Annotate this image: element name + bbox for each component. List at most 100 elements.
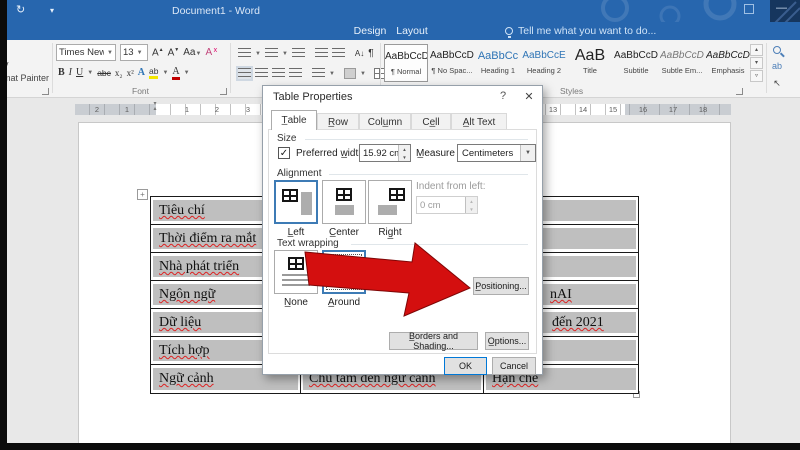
- clear-formatting-icon[interactable]: A: [205, 47, 212, 58]
- tell-me-box[interactable]: Tell me what you want to do...: [505, 22, 656, 40]
- redo-icon[interactable]: ↻: [16, 3, 25, 16]
- combo-dropdown-icon[interactable]: ▼: [520, 145, 535, 161]
- increase-indent-icon[interactable]: [332, 48, 345, 59]
- indent-from-left-value: 0 cm: [420, 200, 441, 211]
- alignment-left-button[interactable]: [274, 180, 318, 224]
- replace-icon[interactable]: ab: [772, 61, 782, 71]
- format-painter-label-fragment[interactable]: mat Painter: [3, 73, 49, 83]
- wrapping-none-button[interactable]: [274, 250, 318, 294]
- line-spacing-icon[interactable]: [312, 68, 325, 79]
- measure-in-combo[interactable]: Centimeters ▼: [457, 144, 536, 162]
- show-formatting-marks-icon[interactable]: ¶: [368, 48, 373, 59]
- align-left-icon[interactable]: [238, 68, 251, 79]
- qat-customize-icon[interactable]: ▾: [50, 6, 54, 15]
- borders-and-shading-button[interactable]: B̲orders and Shading...: [389, 332, 478, 350]
- style-chip-subtitle[interactable]: AaBbCcD Subtitle: [614, 44, 658, 82]
- styles-scroll-down-icon[interactable]: ▾: [750, 57, 763, 69]
- tell-me-text: Tell me what you want to do...: [518, 25, 656, 37]
- change-case-icon[interactable]: Aa▼: [183, 47, 201, 58]
- window-title: Document1 - Word: [172, 5, 260, 17]
- highlight-icon[interactable]: ab: [149, 66, 158, 79]
- subscript-icon[interactable]: x₂: [115, 68, 123, 78]
- styles-gallery-more-icon[interactable]: ▿: [750, 70, 763, 82]
- underline-dropdown-icon[interactable]: ▼: [87, 70, 93, 76]
- wrapping-none-label: N̲one: [274, 297, 318, 308]
- shading-icon[interactable]: [344, 68, 356, 79]
- tab-table-layout[interactable]: Layout: [390, 22, 434, 40]
- dialog-help-button[interactable]: ?: [495, 90, 511, 102]
- alignment-center-button[interactable]: [322, 180, 366, 224]
- numbered-list-dropdown-icon[interactable]: ▼: [282, 51, 288, 57]
- wrapping-around-button[interactable]: [322, 250, 366, 294]
- ruler-mark: 2: [95, 105, 99, 114]
- style-chip-emphasis[interactable]: AaBbCcDt Emphasis: [706, 44, 750, 82]
- ribbon-display-options-icon[interactable]: [744, 4, 754, 14]
- italic-icon[interactable]: I: [69, 67, 72, 78]
- dialog-tab-column[interactable]: Colu̲mn: [359, 113, 411, 130]
- style-chip-heading1[interactable]: AaBbCc Heading 1: [476, 44, 520, 82]
- clipboard-dialog-launcher-icon[interactable]: [42, 88, 49, 95]
- styles-dialog-launcher-icon[interactable]: [736, 88, 743, 95]
- bullet-list-icon[interactable]: [238, 48, 251, 59]
- style-chip-no-spacing[interactable]: AaBbCcDc ¶ No Spac...: [430, 44, 474, 82]
- ruler-mark: 15: [609, 105, 617, 114]
- font-color-icon[interactable]: A: [172, 66, 179, 80]
- font-dialog-launcher-icon[interactable]: [220, 88, 227, 95]
- superscript-icon[interactable]: x²: [127, 68, 134, 78]
- text-effects-icon[interactable]: A: [138, 67, 145, 78]
- font-color-dropdown-icon[interactable]: ▼: [184, 70, 190, 76]
- alignment-right-button[interactable]: [368, 180, 412, 224]
- minimize-button[interactable]: —: [776, 2, 787, 14]
- indent-markers-icon[interactable]: ▾▴: [150, 102, 160, 112]
- highlight-dropdown-icon[interactable]: ▼: [162, 70, 168, 76]
- bold-icon[interactable]: B: [58, 67, 65, 78]
- shading-dropdown-icon[interactable]: ▼: [360, 71, 366, 77]
- preferred-width-checkbox[interactable]: ✓: [278, 147, 290, 159]
- font-group-label: Font: [132, 86, 149, 96]
- dialog-tab-cell[interactable]: Ce̲ll: [411, 113, 451, 130]
- sort-icon[interactable]: A↓: [355, 49, 364, 58]
- tab-table-design[interactable]: Design: [348, 22, 392, 40]
- preferred-width-spinner[interactable]: 15.92 cm ▲▼: [359, 144, 411, 162]
- font-size-combo[interactable]: 13▼: [120, 44, 148, 61]
- style-chip-subtle-emphasis[interactable]: AaBbCcDt Subtle Em...: [660, 44, 704, 82]
- font-name-value: Times New Ro: [59, 47, 104, 58]
- style-chip-title[interactable]: AaB Title: [568, 44, 612, 82]
- title-bar: ↻ ▾ Document1 - Word —: [0, 0, 800, 22]
- line-spacing-dropdown-icon[interactable]: ▼: [329, 71, 335, 77]
- cancel-button[interactable]: Cancel: [492, 357, 536, 375]
- alignment-right-label: Rig̲ht: [368, 227, 412, 238]
- shrink-font-icon[interactable]: A▼: [168, 47, 180, 58]
- multilevel-list-icon[interactable]: [292, 48, 305, 59]
- numbered-list-icon[interactable]: [265, 48, 278, 59]
- align-right-icon[interactable]: [272, 68, 285, 79]
- align-justify-icon[interactable]: [289, 68, 302, 79]
- dialog-title: Table Properties: [273, 91, 353, 103]
- grow-font-icon[interactable]: A▲: [152, 47, 164, 58]
- dialog-close-icon[interactable]: ✕: [521, 90, 537, 103]
- spinner-arrows-icon: ▲▼: [465, 197, 477, 213]
- dialog-tab-table[interactable]: T̲able: [271, 110, 317, 130]
- options-button[interactable]: O̲ptions...: [485, 332, 529, 350]
- font-name-combo[interactable]: Times New Ro▼: [56, 44, 116, 61]
- bullet-list-dropdown-icon[interactable]: ▼: [255, 51, 261, 57]
- style-label: ¶ Normal: [385, 67, 427, 76]
- select-icon[interactable]: ↖: [773, 78, 781, 89]
- decrease-indent-icon[interactable]: [315, 48, 328, 59]
- dialog-tab-row[interactable]: R̲ow: [317, 113, 359, 130]
- spinner-arrows-icon[interactable]: ▲▼: [398, 145, 410, 161]
- align-center-icon[interactable]: [255, 68, 268, 79]
- alignment-group-label: Alignment: [277, 168, 325, 179]
- positioning-button[interactable]: P̲ositioning...: [473, 277, 529, 295]
- ok-button[interactable]: OK: [444, 357, 487, 375]
- find-icon[interactable]: [773, 46, 781, 54]
- style-chip-heading2[interactable]: AaBbCcE Heading 2: [522, 44, 566, 82]
- style-chip-normal[interactable]: AaBbCcDc ¶ Normal: [384, 44, 428, 82]
- underline-icon[interactable]: U: [76, 67, 83, 78]
- styles-group-label: Styles: [560, 86, 583, 96]
- table-move-handle[interactable]: +: [137, 189, 148, 200]
- styles-scroll-up-icon[interactable]: ▴: [750, 44, 763, 56]
- strikethrough-icon[interactable]: abc: [97, 68, 111, 78]
- table-properties-dialog: Table Properties ? ✕ T̲able R̲ow Colu̲mn…: [262, 85, 543, 375]
- dialog-tab-alt-text[interactable]: A̲lt Text: [451, 113, 507, 130]
